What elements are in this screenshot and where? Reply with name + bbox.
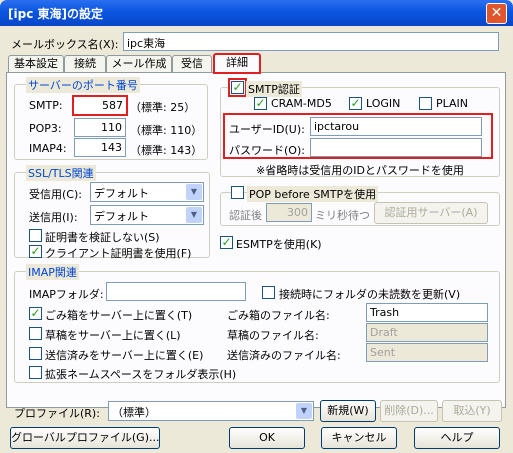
trash-on-server-checkbox[interactable]: ✓: [29, 307, 42, 320]
password-input[interactable]: [310, 138, 482, 157]
client-cert-checkbox[interactable]: ✓: [29, 245, 42, 258]
chevron-down-icon: ▼: [296, 403, 312, 419]
auth-server-button[interactable]: 認証用サーバー(A): [374, 202, 488, 224]
mailbox-name-label: メールボックス名(X):: [11, 38, 119, 51]
auth-after-label: 認証後: [229, 209, 262, 222]
pop3-port-label: POP3:: [29, 122, 62, 135]
no-verify-label: 証明書を検証しない(S): [45, 231, 160, 244]
global-profile-button[interactable]: グローバルプロファイル(G)...: [10, 427, 160, 449]
sent-on-server-checkbox[interactable]: [29, 347, 42, 360]
update-unread-label: 接続時にフォルダの未読数を更新(V): [279, 288, 461, 301]
drafts-name-label: 草稿のファイル名:: [227, 329, 319, 342]
tab-basic[interactable]: 基本設定: [8, 55, 64, 73]
smtp-port-label: SMTP:: [29, 99, 63, 112]
password-label: パスワード(O):: [229, 144, 305, 157]
plain-checkbox[interactable]: [419, 97, 432, 110]
user-id-label: ユーザーID(U):: [229, 123, 305, 136]
imap4-port-default: （標準: 143）: [130, 144, 203, 157]
ssl-recv-value: デフォルト: [94, 187, 149, 200]
drafts-on-server-label: 草稿をサーバー上に置く(L): [45, 329, 181, 342]
no-verify-checkbox[interactable]: [29, 229, 42, 242]
client-cert-label: クライアント証明書を使用(F): [45, 247, 192, 260]
cancel-button[interactable]: キャンセル: [321, 427, 397, 449]
pop-before-smtp-checkbox[interactable]: [231, 186, 244, 199]
chevron-down-icon: ▼: [186, 184, 202, 200]
mailbox-name-input[interactable]: ipc東海: [123, 32, 499, 51]
imap-folder-input[interactable]: [106, 282, 246, 301]
extended-namespace-checkbox[interactable]: [29, 366, 42, 379]
tab-connection[interactable]: 接続: [64, 55, 106, 73]
smtp-auth-checkbox[interactable]: ✓: [231, 81, 244, 94]
ssl-send-label: 送信用(I):: [29, 211, 78, 224]
smtp-port-default: （標準: 25）: [130, 101, 196, 114]
profile-import-button[interactable]: 取込(Y): [442, 400, 502, 422]
tab-advanced[interactable]: 詳細: [213, 53, 261, 74]
ssl-legend: SSL/TLS関連: [26, 165, 96, 181]
imap-legend: IMAP関連: [26, 264, 79, 280]
sent-name-input[interactable]: Sent: [366, 343, 488, 362]
smtp-auth-label: SMTP認証: [246, 81, 302, 97]
ports-legend: サーバーのポート番号: [26, 77, 140, 93]
pop3-port-default: （標準: 110）: [130, 124, 203, 137]
extended-namespace-label: 拡張ネームスペースをフォルダ表示(H): [45, 368, 237, 381]
ssl-recv-label: 受信用(C):: [29, 188, 82, 201]
login-label: LOGIN: [366, 97, 401, 110]
esmtp-label: ESMTPを使用(K): [236, 238, 322, 251]
trash-name-input[interactable]: Trash: [366, 303, 488, 322]
profile-delete-button[interactable]: 削除(D)...: [380, 400, 438, 422]
cram-md5-checkbox[interactable]: ✓: [254, 97, 267, 110]
sent-name-label: 送信済みのファイル名:: [227, 349, 341, 362]
ssl-send-value: デフォルト: [94, 210, 149, 223]
smtp-port-input[interactable]: 587: [72, 95, 128, 116]
tab-compose[interactable]: メール作成: [106, 55, 172, 73]
user-id-input[interactable]: ipctarou: [310, 117, 482, 136]
trash-on-server-label: ごみ箱をサーバー上に置く(T): [45, 309, 193, 322]
sent-on-server-label: 送信済みをサーバー上に置く(E): [45, 349, 204, 362]
update-unread-checkbox[interactable]: [262, 286, 275, 299]
profile-new-button[interactable]: 新規(W): [320, 400, 376, 422]
imap-folder-label: IMAPフォルダ:: [29, 288, 104, 301]
drafts-name-input[interactable]: Draft: [366, 323, 488, 342]
profile-value: （標準）: [112, 406, 156, 419]
login-checkbox[interactable]: ✓: [349, 97, 362, 110]
credentials-note: ※省略時は受信用のIDとパスワードを使用: [256, 164, 464, 177]
ssl-send-select[interactable]: デフォルト ▼: [90, 205, 204, 225]
wait-ms-input[interactable]: 300: [266, 203, 312, 222]
drafts-on-server-checkbox[interactable]: [29, 327, 42, 340]
plain-label: PLAIN: [436, 97, 469, 110]
imap4-port-input[interactable]: 143: [74, 138, 126, 157]
profile-select[interactable]: （標準） ▼: [108, 401, 314, 421]
pop3-port-input[interactable]: 110: [74, 118, 126, 137]
profile-label: プロファイル(R):: [14, 407, 100, 420]
wait-ms-unit: ミリ秒待つ: [315, 209, 370, 222]
cram-md5-label: CRAM-MD5: [271, 97, 332, 110]
ok-button[interactable]: OK: [229, 427, 305, 449]
window-title: [ipc 東海]の設定: [8, 7, 103, 21]
pop-before-smtp-label: POP before SMTPを使用: [247, 186, 379, 202]
tab-receive[interactable]: 受信: [172, 55, 212, 73]
close-button[interactable]: ✕: [486, 3, 507, 24]
ssl-recv-select[interactable]: デフォルト ▼: [90, 182, 204, 202]
esmtp-checkbox[interactable]: ✓: [220, 236, 233, 249]
chevron-down-icon: ▼: [186, 207, 202, 223]
trash-name-label: ごみ箱のファイル名:: [227, 309, 330, 322]
imap4-port-label: IMAP4:: [29, 142, 67, 155]
help-button[interactable]: ヘルプ: [414, 427, 500, 449]
